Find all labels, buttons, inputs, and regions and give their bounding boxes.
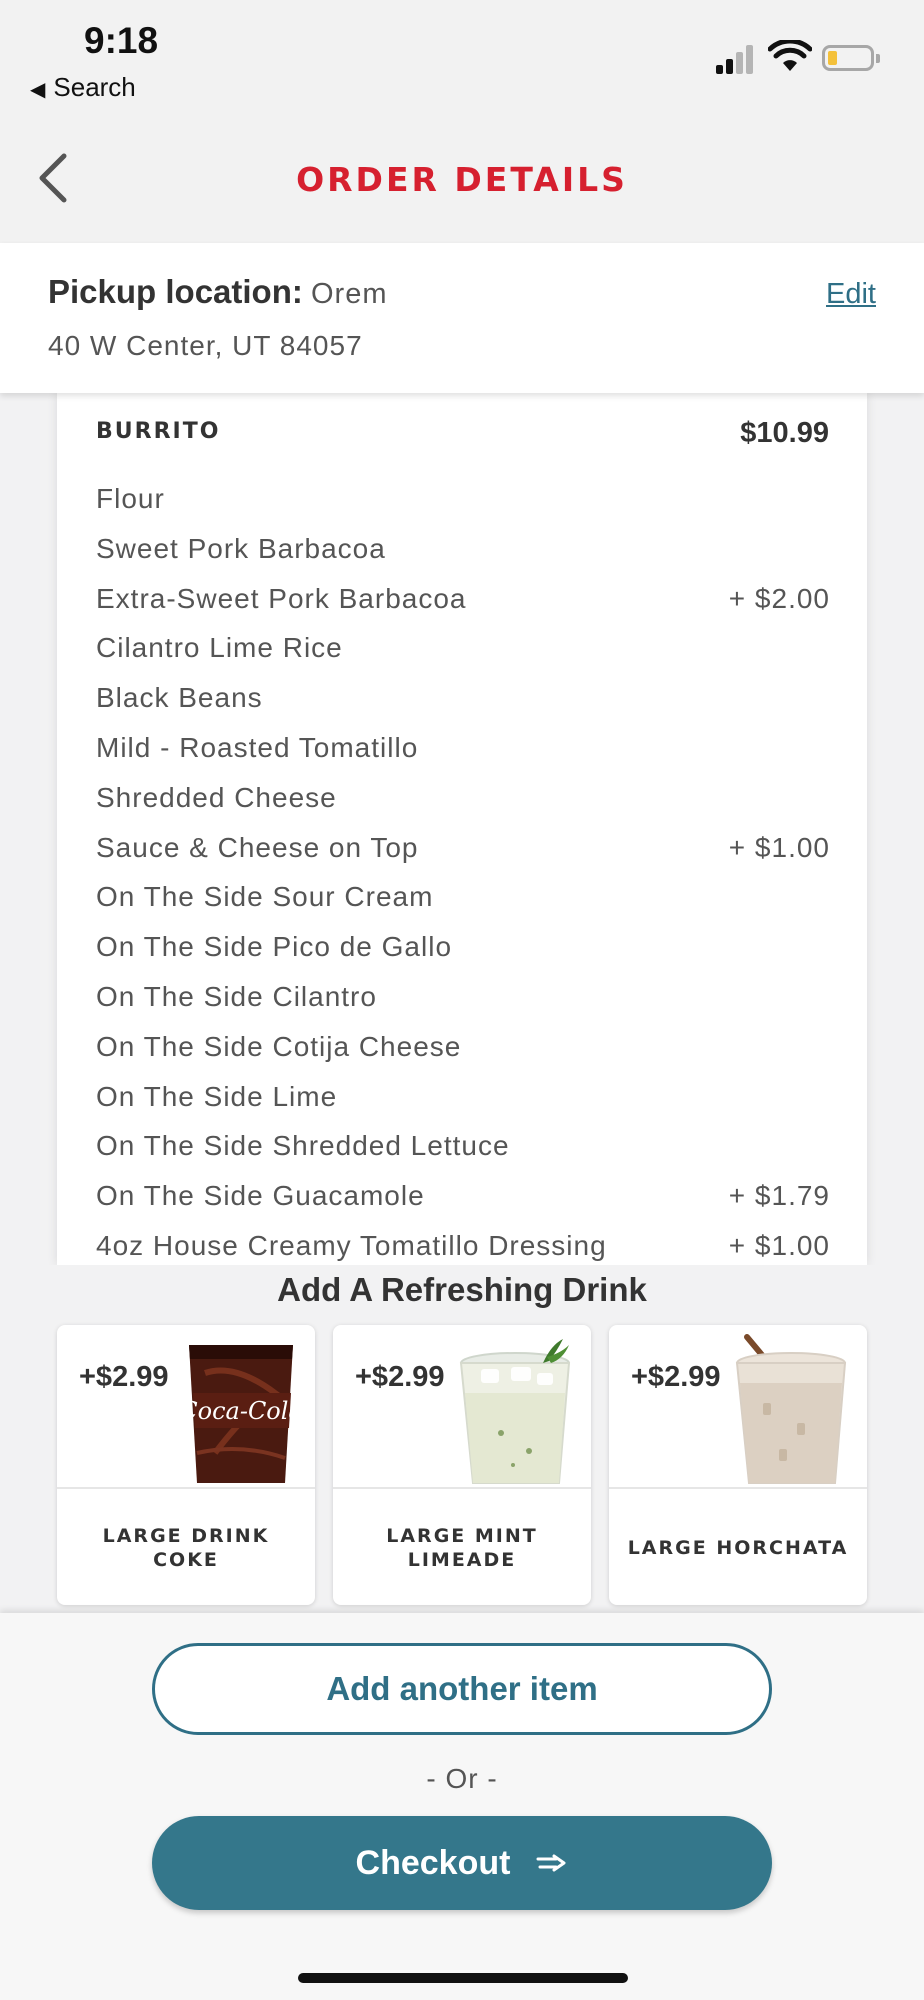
option-row: Flour [96,477,830,527]
svg-text:Coca-Cola: Coca-Cola [179,1397,302,1425]
option-label: Mild - Roasted Tomatillo [96,731,419,763]
nav-header: ORDER DETAILS [0,110,924,243]
drink-card-horchata[interactable]: +$2.99 LARGE HORCHATA [609,1325,867,1605]
drink-price: +$2.99 [631,1361,721,1393]
battery-icon [822,45,880,71]
option-label: On The Side Guacamole [96,1180,425,1212]
option-label: Sauce & Cheese on Top [96,831,419,863]
option-row: 4oz House Creamy Tomatillo Dressing + $1.… [96,1224,830,1265]
option-label: On The Side Lime [96,1080,338,1112]
option-row: Sweet Pork Barbacoa [96,527,830,577]
option-price: + $1.00 [728,1229,830,1261]
drinks-section-title: Add A Refreshing Drink [277,1271,647,1308]
back-triangle-icon: ◀ [30,79,46,101]
option-row: Sauce & Cheese on Top + $1.00 [96,826,830,876]
option-row: Extra-Sweet Pork Barbacoa + $2.00 [96,577,830,627]
bottom-action-bar: Add another item - Or - Checkout [0,1613,924,2000]
option-row: Mild - Roasted Tomatillo [96,726,830,776]
option-price: + $1.00 [728,831,830,863]
option-row: Black Beans [96,676,830,726]
option-row: On The Side Guacamole + $1.79 [96,1174,830,1224]
pickup-location-label: Pickup location: [48,273,303,310]
item-options-list: Flour Sweet Pork Barbacoa Extra-Sweet Po… [96,477,830,1265]
pickup-city: Orem [311,278,388,310]
mint-limeade-cup-image [459,1339,571,1484]
item-name: BURRITO [96,419,221,444]
arrow-right-icon [536,1854,566,1872]
option-label: Cilantro Lime Rice [96,632,343,664]
drink-name: LARGE HORCHATA [627,1537,849,1559]
coke-cup-image: Coca-Cola [179,1345,303,1483]
or-separator: - Or - [426,1763,498,1794]
add-another-item-button[interactable]: Add another item [152,1643,772,1735]
horchata-cup-image [735,1334,847,1484]
drink-price: +$2.99 [355,1361,445,1393]
back-app-label: Search [53,72,136,102]
option-row: On The Side Shredded Lettuce [96,1124,830,1174]
edit-pickup-link[interactable]: Edit [826,278,876,311]
option-label: Black Beans [96,682,263,714]
option-row: On The Side Pico de Gallo [96,925,830,975]
order-item-card: BURRITO $10.99 Flour Sweet Pork Barbacoa… [57,393,867,1265]
drink-name: LARGE DRINK COKE [102,1525,270,1571]
drink-card-mint-limeade[interactable]: +$2.99 LARGE MINT LIMEADE [333,1325,591,1605]
wifi-icon [768,40,812,71]
option-label: On The Side Sour Cream [96,881,434,913]
option-row: On The Side Cotija Cheese [96,1025,830,1075]
back-to-app-link[interactable]: ◀ Search [30,72,136,103]
option-label: Shredded Cheese [96,781,337,813]
option-price: + $2.00 [728,582,830,614]
pickup-location-panel: Pickup location: Orem 40 W Center, UT 84… [0,243,924,393]
option-label: Sweet Pork Barbacoa [96,532,386,564]
option-label: 4oz House Creamy Tomatillo Dressing [96,1229,607,1261]
option-price: + $1.79 [728,1180,830,1212]
status-bar: 9:18 ◀ Search [0,0,924,110]
item-price: $10.99 [740,417,829,449]
cellular-signal-icon [716,44,758,74]
pickup-address: 40 W Center, UT 84057 [48,330,363,361]
drink-card-coke[interactable]: +$2.99 Coca-Cola LARGE DRINK COKE [57,1325,315,1605]
option-label: Flour [96,483,165,514]
option-label: Extra-Sweet Pork Barbacoa [96,582,467,614]
checkout-label: Checkout [355,1843,511,1882]
home-indicator[interactable] [298,1973,628,1983]
page-title: ORDER DETAILS [296,160,628,199]
option-label: On The Side Shredded Lettuce [96,1130,510,1162]
status-time: 9:18 [84,20,159,61]
option-label: On The Side Pico de Gallo [96,931,453,963]
option-row: On The Side Sour Cream [96,875,830,925]
option-row: Cilantro Lime Rice [96,626,830,676]
option-label: On The Side Cilantro [96,980,377,1012]
drink-name: LARGE MINT LIMEADE [386,1525,538,1571]
option-row: On The Side Cilantro [96,975,830,1025]
option-row: Shredded Cheese [96,776,830,826]
option-row: On The Side Lime [96,1075,830,1125]
drinks-upsell-section: Add A Refreshing Drink +$2.99 Coca-Cola … [0,1265,924,1613]
option-label: On The Side Cotija Cheese [96,1030,462,1062]
checkout-button[interactable]: Checkout [152,1816,772,1910]
drink-price: +$2.99 [79,1361,169,1393]
